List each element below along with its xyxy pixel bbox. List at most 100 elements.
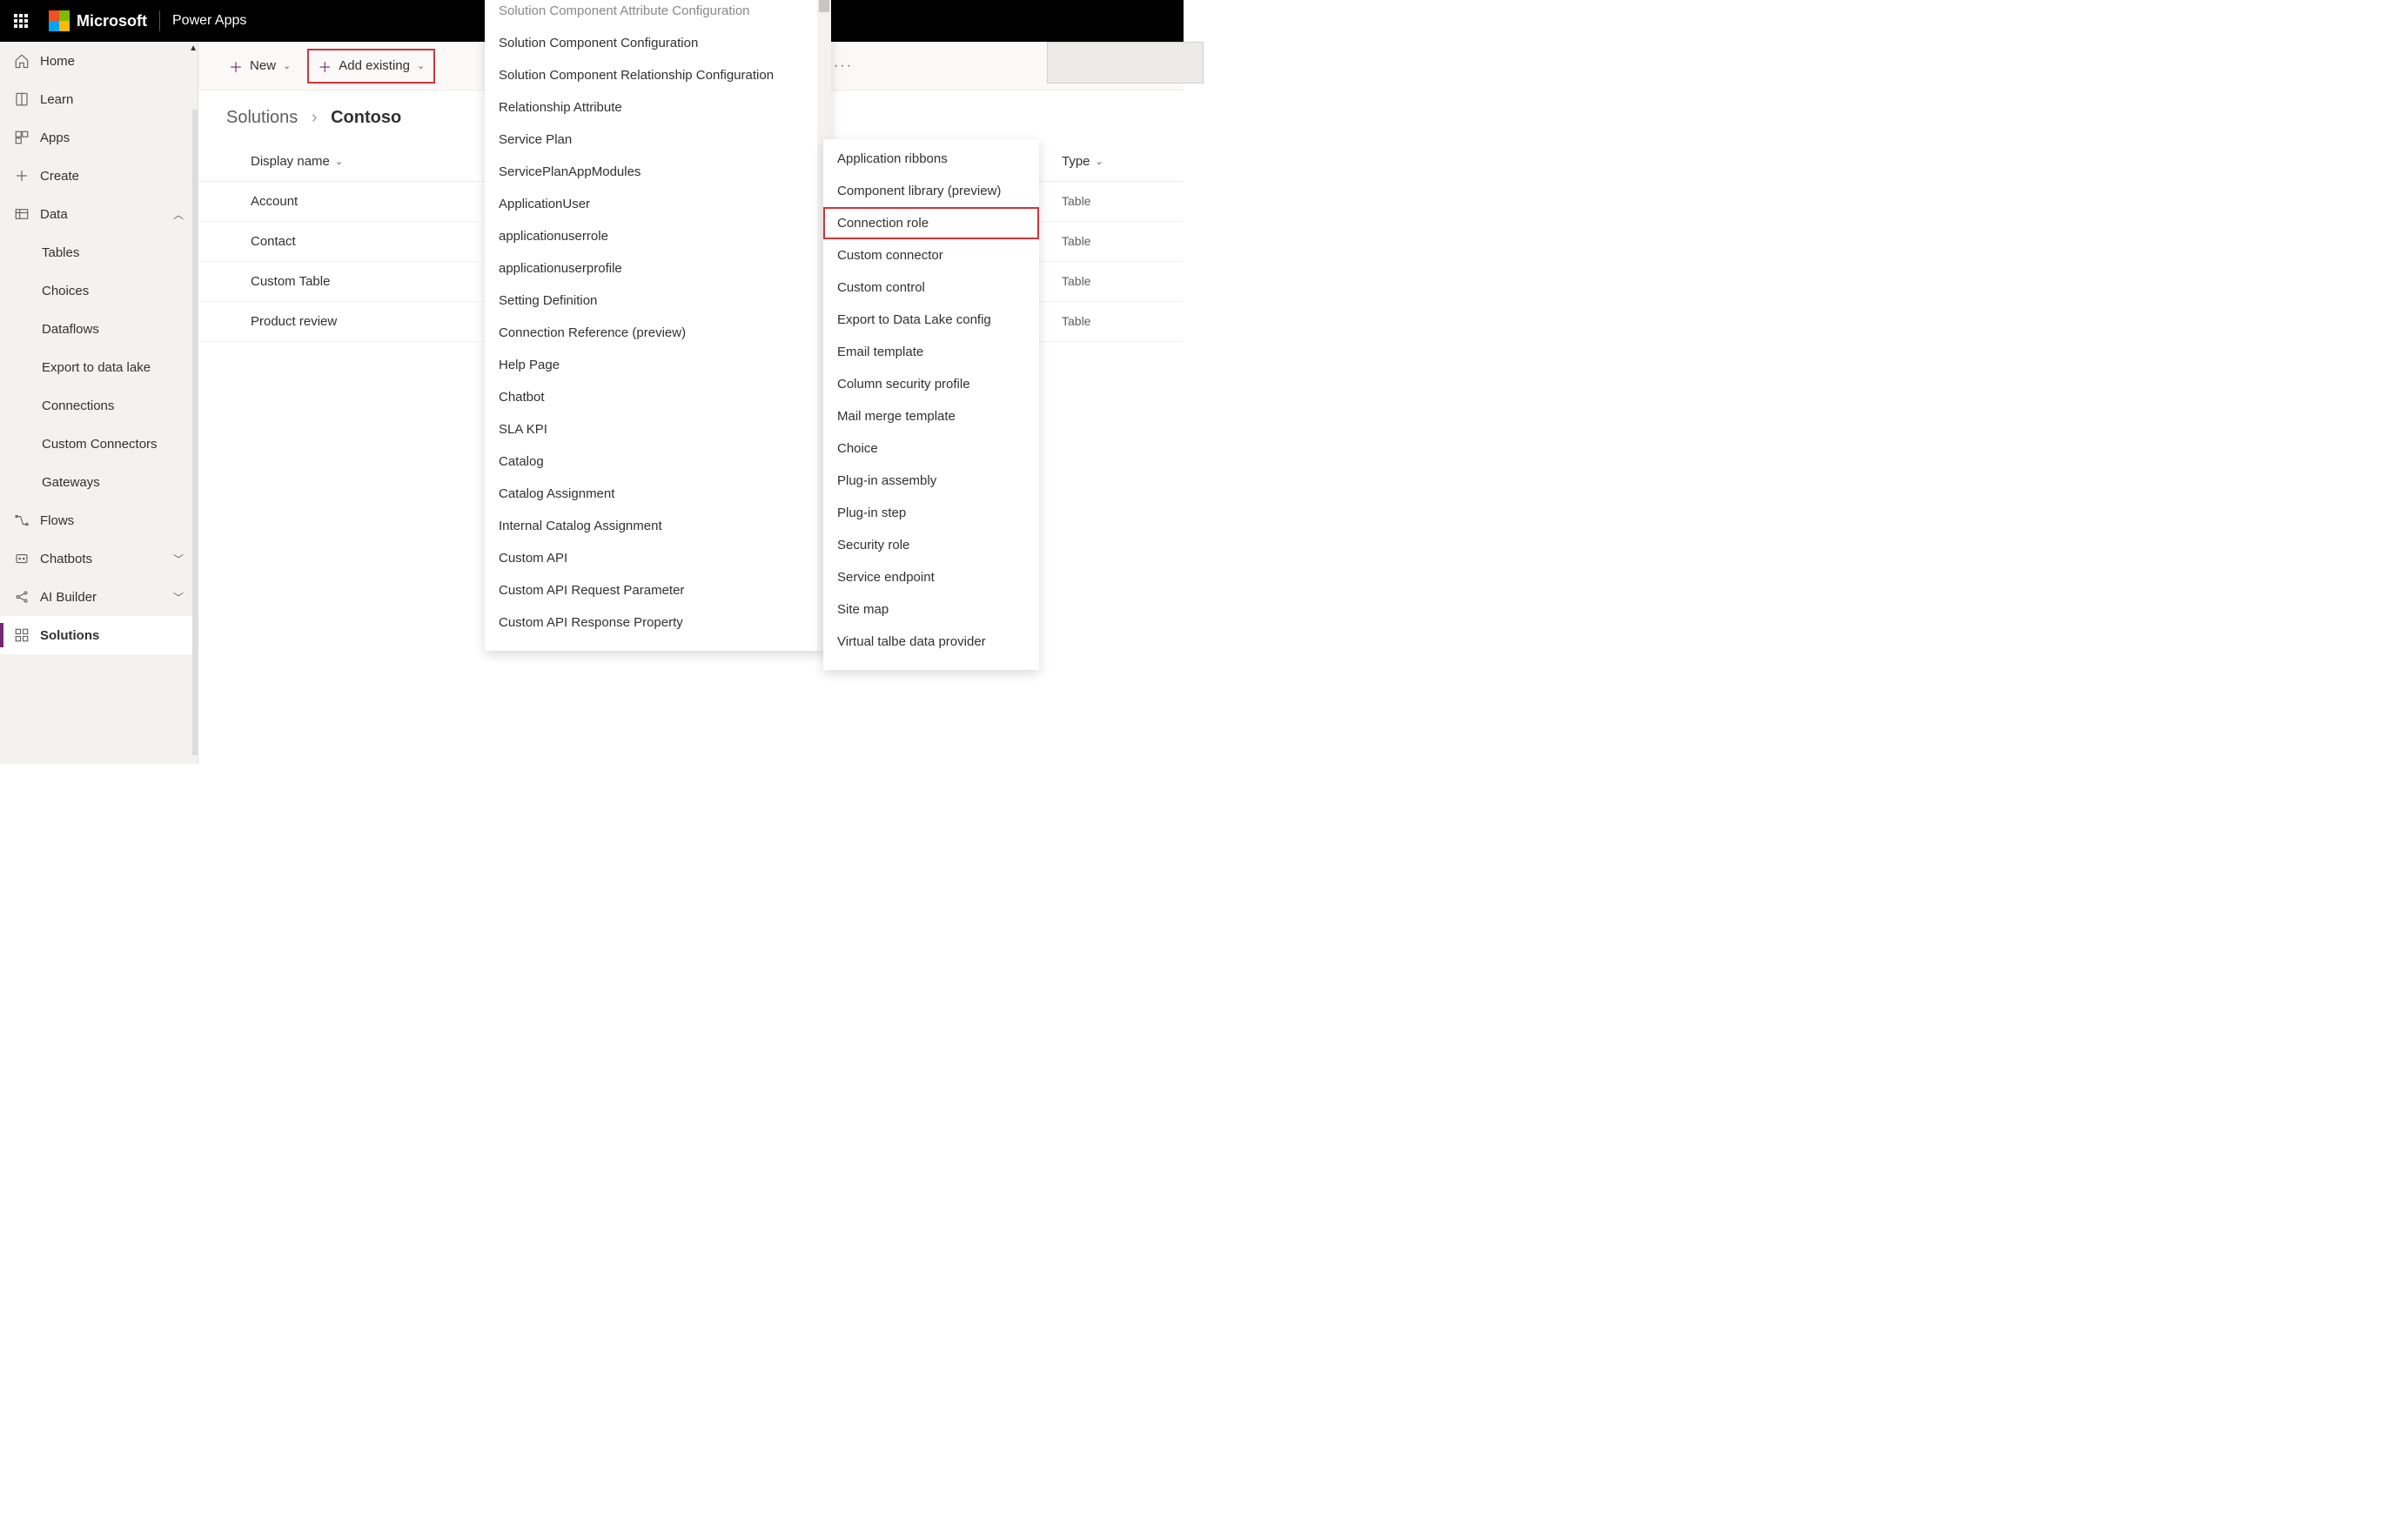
sidebar-item-label: Custom Connectors	[42, 437, 158, 452]
dropdown-item[interactable]: Service Plan	[485, 124, 831, 156]
dropdown-item[interactable]: Help Page	[485, 349, 831, 381]
home-icon	[14, 53, 30, 69]
submenu-item[interactable]: Choice	[823, 432, 1039, 465]
submenu-item[interactable]: Site map	[823, 593, 1039, 626]
submenu-item-connection-role[interactable]: Connection role	[823, 207, 1039, 239]
microsoft-logo: Microsoft	[49, 10, 147, 31]
dropdown-item[interactable]: Catalog Assignment	[485, 478, 831, 510]
submenu-item[interactable]: Application ribbons	[823, 143, 1039, 175]
sidebar-item-label: Export to data lake	[42, 360, 151, 375]
sidebar-item-tables[interactable]: Tables	[0, 233, 198, 271]
submenu-item[interactable]: Plug-in step	[823, 497, 1039, 529]
chatbot-icon	[14, 551, 30, 566]
submenu-item[interactable]: Custom control	[823, 271, 1039, 304]
plus-icon	[14, 168, 30, 184]
chevron-down-icon: ⌄	[417, 60, 425, 71]
app-title: Power Apps	[172, 13, 246, 29]
sidebar-item-connections[interactable]: Connections	[0, 386, 198, 425]
dropdown-item[interactable]: Solution Component Attribute Configurati…	[485, 3, 831, 27]
waffle-icon[interactable]	[0, 0, 42, 42]
microsoft-flag-icon	[49, 10, 70, 31]
dropdown-item[interactable]: applicationuserprofile	[485, 252, 831, 285]
book-icon	[14, 91, 30, 107]
sidebar-item-gateways[interactable]: Gateways	[0, 463, 198, 501]
sidebar-item-label: Tables	[42, 245, 79, 260]
sidebar-item-label: Home	[40, 54, 75, 69]
dropdown-item[interactable]: Setting Definition	[485, 285, 831, 317]
chevron-down-icon: ⌄	[335, 156, 343, 167]
sidebar-item-data[interactable]: Data ︿	[0, 195, 198, 233]
dropdown-item[interactable]: applicationuserrole	[485, 220, 831, 252]
dropdown-item[interactable]: ServicePlanAppModules	[485, 156, 831, 188]
dropdown-item[interactable]: Relationship Attribute	[485, 91, 831, 124]
cell-type: Table	[1062, 314, 1131, 329]
sidebar: ▲ Home Learn Apps Create Data ︿ Tables C…	[0, 42, 198, 764]
scroll-up-icon[interactable]: ▲	[189, 44, 198, 53]
submenu-item[interactable]: Virtual talbe data provider	[823, 626, 1039, 658]
sidebar-item-create[interactable]: Create	[0, 157, 198, 195]
dropdown-item[interactable]: Internal Catalog Assignment	[485, 510, 831, 542]
dropdown-item[interactable]: Chatbot	[485, 381, 831, 413]
sidebar-item-label: Flows	[40, 513, 74, 528]
sidebar-item-label: Dataflows	[42, 322, 99, 337]
sidebar-item-label: Learn	[40, 92, 73, 107]
sidebar-item-export-data-lake[interactable]: Export to data lake	[0, 348, 198, 386]
cell-type: Table	[1062, 234, 1131, 249]
button-label: Add existing	[339, 58, 410, 73]
sidebar-item-label: Data	[40, 207, 68, 222]
overflow-button[interactable]: ···	[834, 58, 853, 74]
cell-type: Table	[1062, 194, 1131, 209]
add-existing-button[interactable]: ＋ Add existing ⌄	[307, 49, 435, 84]
sidebar-item-label: Solutions	[40, 628, 99, 643]
breadcrumb-root[interactable]: Solutions	[226, 108, 298, 127]
submenu-item[interactable]: Column security profile	[823, 368, 1039, 400]
dropdown-item[interactable]: Custom API Request Parameter	[485, 574, 831, 606]
sidebar-item-dataflows[interactable]: Dataflows	[0, 310, 198, 348]
column-label: Type	[1062, 154, 1090, 169]
plus-icon: ＋	[229, 56, 243, 77]
sidebar-item-ai-builder[interactable]: AI Builder ﹀	[0, 578, 198, 616]
add-existing-dropdown: Solution Component Attribute Configurati…	[485, 0, 831, 651]
chevron-down-icon: ⌄	[283, 60, 291, 71]
sidebar-scrollbar[interactable]	[192, 110, 198, 755]
dropdown-item[interactable]: Custom API Response Property	[485, 606, 831, 639]
chevron-up-icon: ︿	[173, 207, 184, 222]
sidebar-item-solutions[interactable]: Solutions	[0, 616, 198, 654]
dropdown-item[interactable]: Solution Component Configuration	[485, 27, 831, 59]
plus-icon: ＋	[318, 56, 332, 77]
column-label: Display name	[251, 154, 330, 169]
dropdown-item[interactable]: Custom API	[485, 542, 831, 574]
dropdown-item[interactable]: Catalog	[485, 445, 831, 478]
submenu-item[interactable]: Custom connector	[823, 239, 1039, 271]
sidebar-item-label: Chatbots	[40, 552, 92, 566]
ai-icon	[14, 589, 30, 605]
sidebar-item-flows[interactable]: Flows	[0, 501, 198, 539]
obscured-region	[1047, 42, 1204, 84]
sidebar-item-home[interactable]: Home	[0, 42, 198, 80]
submenu-item[interactable]: Mail merge template	[823, 400, 1039, 432]
dropdown-item[interactable]: Connection Reference (preview)	[485, 317, 831, 349]
dropdown-item[interactable]: Solution Component Relationship Configur…	[485, 59, 831, 91]
apps-icon	[14, 130, 30, 145]
submenu-item[interactable]: Plug-in assembly	[823, 465, 1039, 497]
chevron-down-icon: ﹀	[173, 590, 184, 605]
sidebar-item-custom-connectors[interactable]: Custom Connectors	[0, 425, 198, 463]
submenu-item[interactable]: Service endpoint	[823, 561, 1039, 593]
new-button[interactable]: ＋ New ⌄	[219, 50, 300, 83]
sidebar-item-label: Choices	[42, 284, 89, 298]
data-icon	[14, 206, 30, 222]
submenu-item[interactable]: Email template	[823, 336, 1039, 368]
submenu-item[interactable]: Security role	[823, 529, 1039, 561]
column-type[interactable]: Type ⌄	[1062, 154, 1131, 169]
submenu-item[interactable]: Component library (preview)	[823, 175, 1039, 207]
dropdown-item[interactable]: SLA KPI	[485, 413, 831, 445]
sidebar-item-label: Apps	[40, 131, 70, 145]
submenu-item[interactable]: Export to Data Lake config	[823, 304, 1039, 336]
sidebar-item-learn[interactable]: Learn	[0, 80, 198, 118]
solutions-icon	[14, 627, 30, 643]
sidebar-item-choices[interactable]: Choices	[0, 271, 198, 310]
sidebar-item-apps[interactable]: Apps	[0, 118, 198, 157]
sidebar-item-chatbots[interactable]: Chatbots ﹀	[0, 539, 198, 578]
scroll-thumb[interactable]	[819, 0, 829, 12]
dropdown-item[interactable]: ApplicationUser	[485, 188, 831, 220]
